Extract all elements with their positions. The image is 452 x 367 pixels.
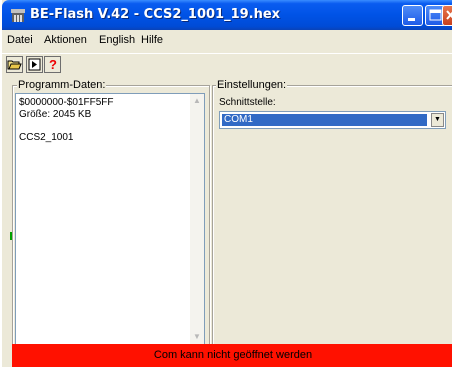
close-button[interactable] [442,5,452,26]
vertical-scrollbar[interactable]: ▲ ▼ [190,94,204,344]
help-icon: ? [49,57,57,72]
open-button[interactable] [6,56,23,73]
interface-selected-value: COM1 [222,114,427,126]
menu-datei[interactable]: Datei [7,34,33,46]
interface-select[interactable]: COM1 ▼ [219,111,446,129]
menu-english[interactable]: English [99,34,135,46]
chevron-down-icon[interactable]: ▼ [431,113,444,127]
minimize-button[interactable] [402,5,423,26]
app-icon [11,9,25,22]
run-button[interactable] [26,56,43,73]
status-message: Com kann nicht geöffnet werden [153,349,313,361]
menu-bar: Datei Aktionen English Hilfe [2,30,452,52]
menu-hilfe[interactable]: Hilfe [141,34,163,46]
help-button[interactable]: ? [44,56,61,73]
open-folder-icon [7,60,22,70]
settings-label: Einstellungen: [216,79,288,91]
close-icon [446,10,452,20]
program-data-label: Programm-Daten: [17,79,107,91]
interface-label: Schnittstelle: [219,97,276,108]
list-item: Größe: 2045 KB [19,109,92,120]
toolbar: ? [2,53,452,78]
marker [10,232,12,240]
status-bar: Com kann nicht geöffnet werden [12,344,452,367]
window-title: BE-Flash V.42 - CCS2_1001_19.hex [30,7,281,22]
scroll-up-icon[interactable]: ▲ [190,94,204,108]
list-item: CCS2_1001 [19,132,74,143]
title-bar[interactable]: BE-Flash V.42 - CCS2_1001_19.hex [2,0,452,30]
list-item: $0000000-$01FF5FF [19,97,114,108]
scroll-down-icon[interactable]: ▼ [190,330,204,344]
app-window: BE-Flash V.42 - CCS2_1001_19.hex Datei A… [2,0,452,367]
menu-aktionen[interactable]: Aktionen [44,34,87,46]
play-icon [28,58,41,71]
program-data-list[interactable]: $0000000-$01FF5FF Größe: 2045 KB CCS2_10… [15,93,205,345]
minimize-icon [408,18,415,21]
